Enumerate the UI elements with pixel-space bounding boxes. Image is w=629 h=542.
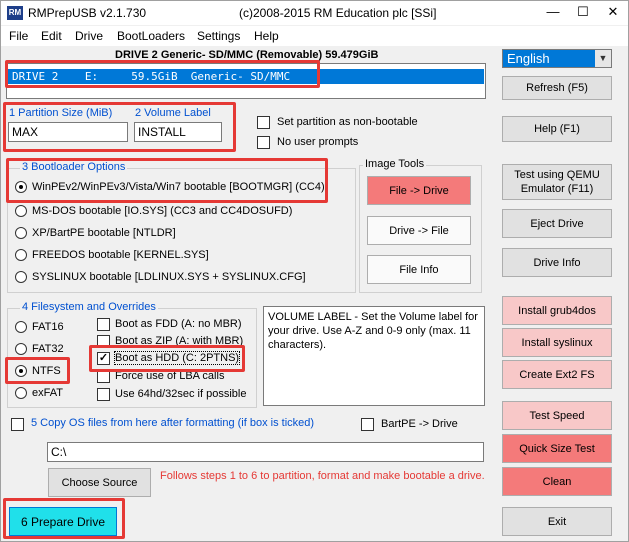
info-text-box: VOLUME LABEL - Set the Volume label for … <box>263 306 485 406</box>
drive-list-item[interactable]: DRIVE 2 E: 59.5GiB Generic- SD/MMC <box>8 69 484 84</box>
prepare-drive-button[interactable]: 6 Prepare Drive <box>9 507 117 536</box>
exit-button[interactable]: Exit <box>502 507 612 536</box>
bootloader-radio-msdos[interactable] <box>15 205 27 217</box>
file-info-button[interactable]: File Info <box>367 255 471 284</box>
bootloader-radio-winpe[interactable] <box>15 181 27 193</box>
bootloader-radio-freedos[interactable] <box>15 249 27 261</box>
bootloader-radio-xp[interactable] <box>15 227 27 239</box>
menu-bar: File Edit Drive BootLoaders Settings Hel… <box>1 26 628 46</box>
nonbootable-checkbox[interactable] <box>257 116 270 129</box>
force-lba-checkbox[interactable] <box>97 370 110 383</box>
bootloader-option-freedos[interactable]: FREEDOS bootable [KERNEL.SYS] <box>32 249 209 261</box>
drive-list[interactable]: DRIVE 2 E: 59.5GiB Generic- SD/MMC <box>6 63 486 99</box>
copy-files-label: 5 Copy OS files from here after formatti… <box>31 417 315 429</box>
rmprepusb-window: RM RMPrepUSB v2.1.730 (c)2008-2015 RM Ed… <box>0 0 629 542</box>
fs-radio-ntfs[interactable] <box>15 365 27 377</box>
fs-radio-exfat[interactable] <box>15 387 27 399</box>
fs-radio-fat32[interactable] <box>15 343 27 355</box>
partition-size-input[interactable]: MAX <box>8 122 128 142</box>
install-syslinux-button[interactable]: Install syslinux <box>502 328 612 357</box>
bootloader-option-xp[interactable]: XP/BartPE bootable [NTLDR] <box>32 227 176 239</box>
menu-file[interactable]: File <box>9 29 28 43</box>
boot-fdd-checkbox[interactable] <box>97 318 110 331</box>
test-speed-button[interactable]: Test Speed <box>502 401 612 430</box>
close-icon[interactable]: ✕ <box>598 1 628 25</box>
title-bar: RM RMPrepUSB v2.1.730 (c)2008-2015 RM Ed… <box>1 1 628 25</box>
chevron-down-icon: ▼ <box>595 50 611 67</box>
filesystem-title: 4 Filesystem and Overrides <box>20 301 158 313</box>
boot-hdd-checkbox[interactable]: ✓ <box>97 352 110 365</box>
force-lba-label: Force use of LBA calls <box>115 370 225 382</box>
file-to-drive-button[interactable]: File -> Drive <box>367 176 471 205</box>
qemu-button[interactable]: Test using QEMU Emulator (F11) <box>502 164 612 200</box>
volume-label-label: 2 Volume Label <box>135 107 211 119</box>
menu-edit[interactable]: Edit <box>41 29 62 43</box>
refresh-button[interactable]: Refresh (F5) <box>502 76 612 100</box>
no-prompts-label: No user prompts <box>277 136 359 148</box>
drive-header: DRIVE 2 Generic- SD/MMC (Removable) 59.4… <box>115 49 379 61</box>
install-grub4dos-button[interactable]: Install grub4dos <box>502 296 612 325</box>
boot-hdd-label: Boot as HDD (C: 2PTNS) <box>113 351 241 365</box>
help-button[interactable]: Help (F1) <box>502 116 612 142</box>
boot-zip-label: Boot as ZIP (A: with MBR) <box>115 335 244 347</box>
fs-label-exfat[interactable]: exFAT <box>32 387 63 399</box>
fs-label-fat16[interactable]: FAT16 <box>32 321 64 333</box>
source-path-input[interactable]: C:\ <box>47 442 484 462</box>
bartpe-checkbox[interactable] <box>361 418 374 431</box>
no-prompts-checkbox[interactable] <box>257 136 270 149</box>
quick-size-test-button[interactable]: Quick Size Test <box>502 434 612 463</box>
image-tools-title: Image Tools <box>363 158 427 170</box>
bootloader-radio-syslinux[interactable] <box>15 271 27 283</box>
minimize-icon[interactable]: — <box>538 1 568 25</box>
app-title: RMPrepUSB v2.1.730 <box>28 6 147 20</box>
use-64hd-label: Use 64hd/32sec if possible <box>115 388 247 400</box>
clean-button[interactable]: Clean <box>502 467 612 496</box>
create-ext2-button[interactable]: Create Ext2 FS <box>502 360 612 389</box>
menu-settings[interactable]: Settings <box>197 29 240 43</box>
fs-radio-fat16[interactable] <box>15 321 27 333</box>
choose-source-button[interactable]: Choose Source <box>48 468 151 497</box>
volume-label-input[interactable]: INSTALL <box>134 122 222 142</box>
nonbootable-label: Set partition as non-bootable <box>277 116 418 128</box>
language-value: English <box>507 51 550 66</box>
bootloader-option-winpe[interactable]: WinPEv2/WinPEv3/Vista/Win7 bootable [BOO… <box>32 181 325 193</box>
instructions-text: Follows steps 1 to 6 to partition, forma… <box>160 470 485 482</box>
use-64hd-checkbox[interactable] <box>97 388 110 401</box>
partition-size-label: 1 Partition Size (MiB) <box>9 107 113 119</box>
app-icon: RM <box>7 6 23 20</box>
drive-to-file-button[interactable]: Drive -> File <box>367 216 471 245</box>
bootloader-option-syslinux[interactable]: SYSLINUX bootable [LDLINUX.SYS + SYSLINU… <box>32 271 306 283</box>
menu-bootloaders[interactable]: BootLoaders <box>117 29 185 43</box>
boot-fdd-label: Boot as FDD (A: no MBR) <box>115 318 242 330</box>
maximize-icon[interactable]: ☐ <box>568 1 598 25</box>
bootloader-option-msdos[interactable]: MS-DOS bootable [IO.SYS] (CC3 and CC4DOS… <box>32 205 292 217</box>
language-select[interactable]: English ▼ <box>502 49 612 68</box>
copyright-text: (c)2008-2015 RM Education plc [SSi] <box>239 6 437 20</box>
drive-info-button[interactable]: Drive Info <box>502 248 612 277</box>
fs-label-ntfs[interactable]: NTFS <box>32 365 61 377</box>
bootloader-title: 3 Bootloader Options <box>20 161 128 173</box>
copy-files-checkbox[interactable] <box>11 418 24 431</box>
menu-drive[interactable]: Drive <box>75 29 103 43</box>
fs-label-fat32[interactable]: FAT32 <box>32 343 64 355</box>
eject-drive-button[interactable]: Eject Drive <box>502 209 612 238</box>
boot-zip-checkbox[interactable] <box>97 335 110 348</box>
menu-help[interactable]: Help <box>254 29 279 43</box>
bartpe-label: BartPE -> Drive <box>381 418 458 430</box>
